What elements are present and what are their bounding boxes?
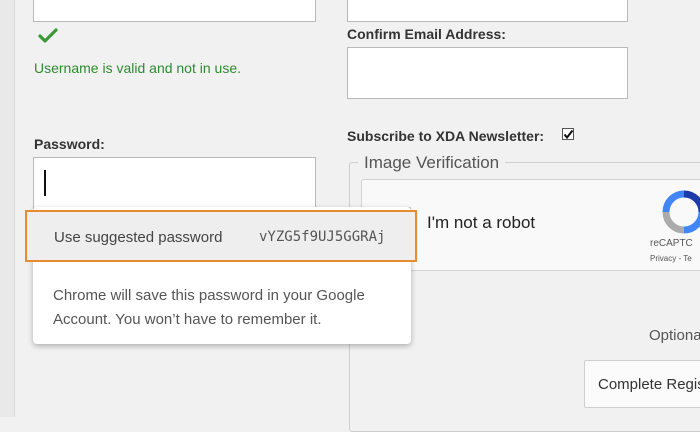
checkbox-check-icon: [563, 129, 574, 140]
suggested-password-value: vYZG5f9UJ5GGRAj: [259, 229, 386, 245]
recaptcha-label: I'm not a robot: [427, 213, 536, 232]
use-suggested-password-label: Use suggested password: [54, 229, 223, 246]
checkmark-icon: [38, 28, 58, 49]
page-left-edge: [0, 0, 15, 417]
optional-text: Optiona: [649, 327, 700, 344]
email-input[interactable]: [347, 0, 628, 22]
confirm-email-input[interactable]: [347, 47, 628, 99]
username-input[interactable]: [33, 0, 316, 22]
use-suggested-password-option[interactable]: Use suggested password vYZG5f9UJ5GGRAj: [25, 210, 417, 262]
complete-registration-label: Complete Regis: [598, 376, 700, 393]
newsletter-checkbox[interactable]: [562, 128, 574, 140]
password-label: Password:: [34, 136, 105, 152]
recaptcha-brand: reCAPTC: [650, 238, 693, 249]
password-save-info: Chrome will save this password in your G…: [53, 287, 365, 328]
recaptcha-logo-icon: [662, 190, 700, 239]
newsletter-label: Subscribe to XDA Newsletter:: [347, 128, 545, 144]
password-input[interactable]: [33, 157, 316, 209]
confirm-email-label: Confirm Email Address:: [347, 26, 506, 42]
text-caret: [44, 170, 46, 196]
recaptcha-links[interactable]: Privacy - Te: [650, 254, 692, 263]
complete-registration-button[interactable]: Complete Regis: [584, 360, 700, 408]
image-verification-legend: Image Verification: [358, 153, 506, 173]
username-valid-message: Username is valid and not in use.: [34, 60, 241, 76]
